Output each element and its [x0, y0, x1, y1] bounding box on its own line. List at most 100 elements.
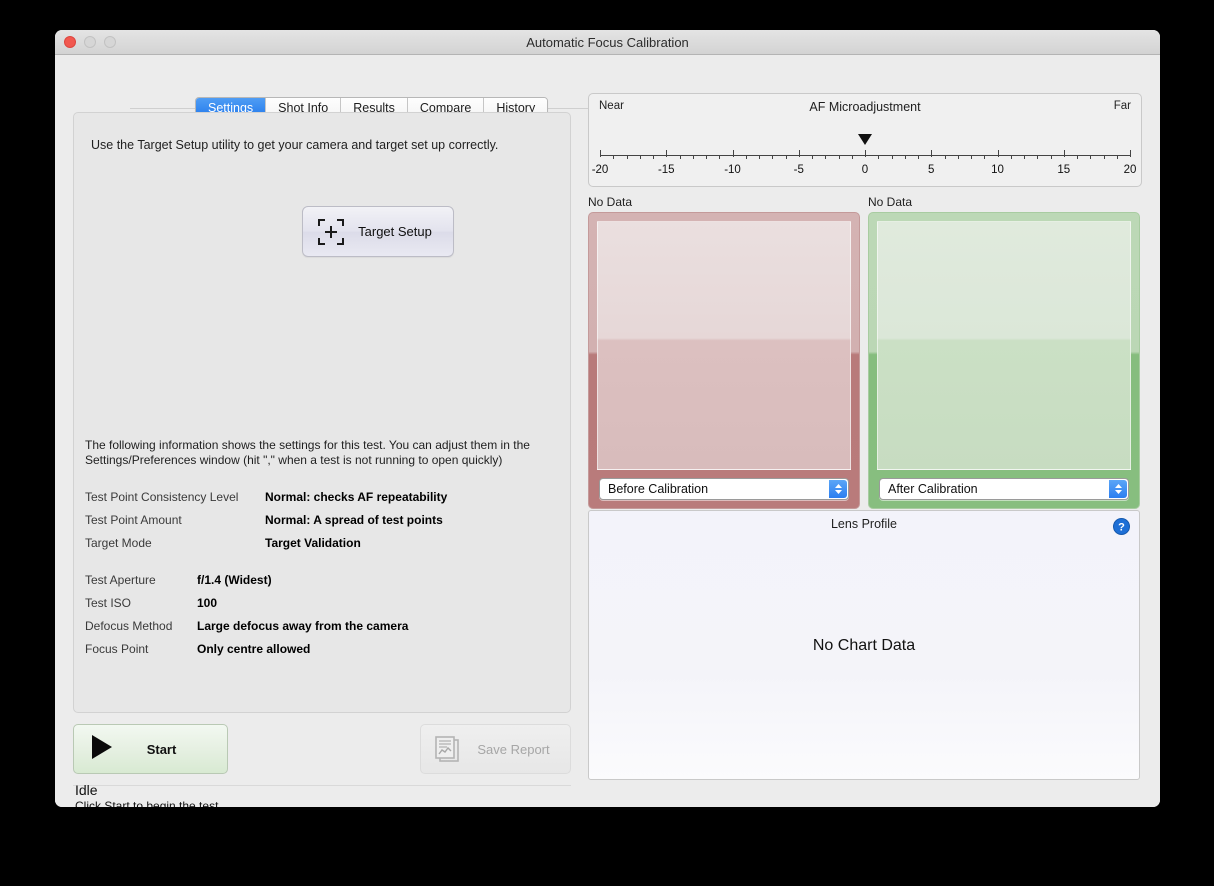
setting-value: f/1.4 (Widest) [197, 572, 272, 587]
settings-group-primary: Test Point Consistency Level Normal: che… [85, 485, 447, 554]
before-calibration-select[interactable]: Before Calibration [599, 478, 849, 500]
afma-minor-tick [613, 155, 615, 159]
lens-profile-title: Lens Profile [830, 517, 897, 531]
before-calibration-image [597, 221, 851, 470]
chart-document-icon [431, 733, 463, 765]
afma-minor-tick [1024, 155, 1025, 159]
window-controls [64, 36, 116, 48]
afma-minor-tick [745, 155, 747, 159]
afma-major-tick [666, 150, 668, 157]
settings-panel: Use the Target Setup utility to get your… [73, 112, 571, 713]
settings-row: Target Mode Target Validation [85, 531, 447, 554]
setting-key: Test Aperture [85, 572, 156, 587]
afma-major-tick [798, 150, 800, 157]
focus-target-icon [317, 218, 345, 246]
afma-major-tick [931, 150, 933, 157]
close-button[interactable] [64, 36, 76, 48]
setting-value: Large defocus away from the camera [197, 618, 409, 633]
start-button[interactable]: Start [73, 724, 228, 774]
status-title: Idle [75, 782, 98, 798]
afma-minor-tick [984, 155, 986, 159]
setting-key: Target Mode [85, 535, 152, 550]
afma-title: AF Microadjustment [809, 100, 921, 114]
afma-minor-tick [851, 155, 853, 159]
updown-chevron-icon[interactable] [1109, 480, 1127, 498]
settings-row: Test ISO 100 [85, 591, 408, 614]
after-calibration-frame: After Calibration [868, 212, 1140, 509]
afma-far-label: Far [1113, 100, 1131, 112]
afma-marker[interactable] [858, 134, 872, 145]
afma-minor-tick [944, 155, 946, 159]
afma-minor-tick [772, 155, 774, 159]
af-microadjustment-panel: Near AF Microadjustment Far -20 -15 -10 -5 0… [588, 93, 1142, 187]
afma-minor-tick [1050, 155, 1052, 159]
afma-minor-tick [1103, 155, 1105, 159]
after-calibration-select-value: After Calibration [888, 482, 978, 496]
afma-major-tick [600, 150, 601, 157]
afma-minor-tick [759, 155, 760, 159]
afma-minor-tick [692, 155, 694, 159]
afma-minor-tick [957, 155, 959, 159]
setting-value: Only centre allowed [197, 641, 311, 656]
minimize-button[interactable] [84, 36, 96, 48]
settings-row: Test Point Amount Normal: A spread of te… [85, 508, 447, 531]
afma-major-tick [997, 150, 999, 157]
afma-tick-label: 15 [1057, 164, 1071, 176]
before-calibration-frame: Before Calibration [588, 212, 860, 509]
target-setup-label: Target Setup [358, 224, 432, 239]
afma-minor-tick [971, 155, 972, 159]
settings-row: Focus Point Only centre allowed [85, 637, 408, 660]
after-calibration-select[interactable]: After Calibration [879, 478, 1129, 500]
after-calibration-caption: No Data [868, 195, 913, 209]
no-chart-data-message: No Chart Data [812, 637, 916, 654]
afma-minor-tick [1010, 155, 1012, 159]
settings-group-secondary: Test Aperture f/1.4 (Widest) Test ISO 10… [85, 568, 408, 660]
after-calibration-panel: No Data After Calibration [868, 195, 1140, 509]
target-setup-button[interactable]: Target Setup [302, 206, 454, 257]
afma-tick-label: -10 [724, 164, 741, 176]
afma-tick-label: -20 [591, 164, 609, 176]
maximize-button[interactable] [104, 36, 116, 48]
help-question-icon[interactable]: ? [1113, 518, 1130, 535]
afma-tick-label: 5 [928, 164, 935, 176]
setting-key: Test Point Consistency Level [85, 489, 239, 504]
before-calibration-select-value: Before Calibration [608, 482, 709, 496]
status-divider [73, 785, 571, 786]
status-subtitle: Click Start to begin the test [75, 799, 219, 807]
afma-minor-tick [1037, 155, 1039, 159]
afma-minor-tick [679, 155, 681, 159]
setting-key: Defocus Method [85, 618, 173, 633]
settings-description-line1: The following information shows the sett… [85, 438, 530, 452]
afma-minor-tick [891, 155, 893, 159]
afma-major-tick [1063, 150, 1065, 157]
setting-value: Normal: checks AF repeatability [265, 489, 448, 504]
updown-chevron-icon[interactable] [829, 480, 847, 498]
afma-minor-tick [878, 155, 880, 159]
afma-scale[interactable]: -20 -15 -10 -5 0 5 10 15 20 [592, 134, 1136, 176]
afma-tick-label: 10 [991, 164, 1004, 176]
afma-minor-tick [918, 155, 919, 159]
afma-minor-tick [838, 155, 840, 159]
setting-key: Focus Point [85, 641, 149, 656]
before-calibration-panel: No Data Before Calibration [588, 195, 860, 509]
window-body: Settings Shot Info Results Compare Histo… [55, 55, 1160, 807]
app-window: Automatic Focus Calibration Settings Sho… [55, 30, 1160, 807]
after-calibration-image [877, 221, 1131, 470]
afma-tick-label: 0 [861, 164, 869, 176]
afma-minor-tick [904, 155, 906, 159]
afma-minor-tick [719, 155, 721, 159]
afma-minor-tick [1077, 155, 1078, 159]
afma-tick-label: 20 [1123, 164, 1137, 176]
afma-minor-tick [1116, 155, 1118, 159]
setting-value: 100 [197, 595, 218, 610]
save-report-label: Save Report [477, 741, 550, 757]
settings-row: Defocus Method Large defocus away from t… [85, 614, 408, 637]
afma-tick-label: -5 [793, 164, 804, 176]
window-title: Automatic Focus Calibration [526, 35, 689, 50]
afma-major-tick [1130, 150, 1131, 157]
settings-description-line2: Settings/Preferences window (hit "," whe… [85, 453, 503, 468]
afma-tick-label: -15 [657, 164, 675, 176]
save-report-button[interactable]: Save Report [420, 724, 571, 774]
afma-minor-tick [785, 155, 787, 159]
settings-description: The following information shows the sett… [85, 438, 555, 469]
